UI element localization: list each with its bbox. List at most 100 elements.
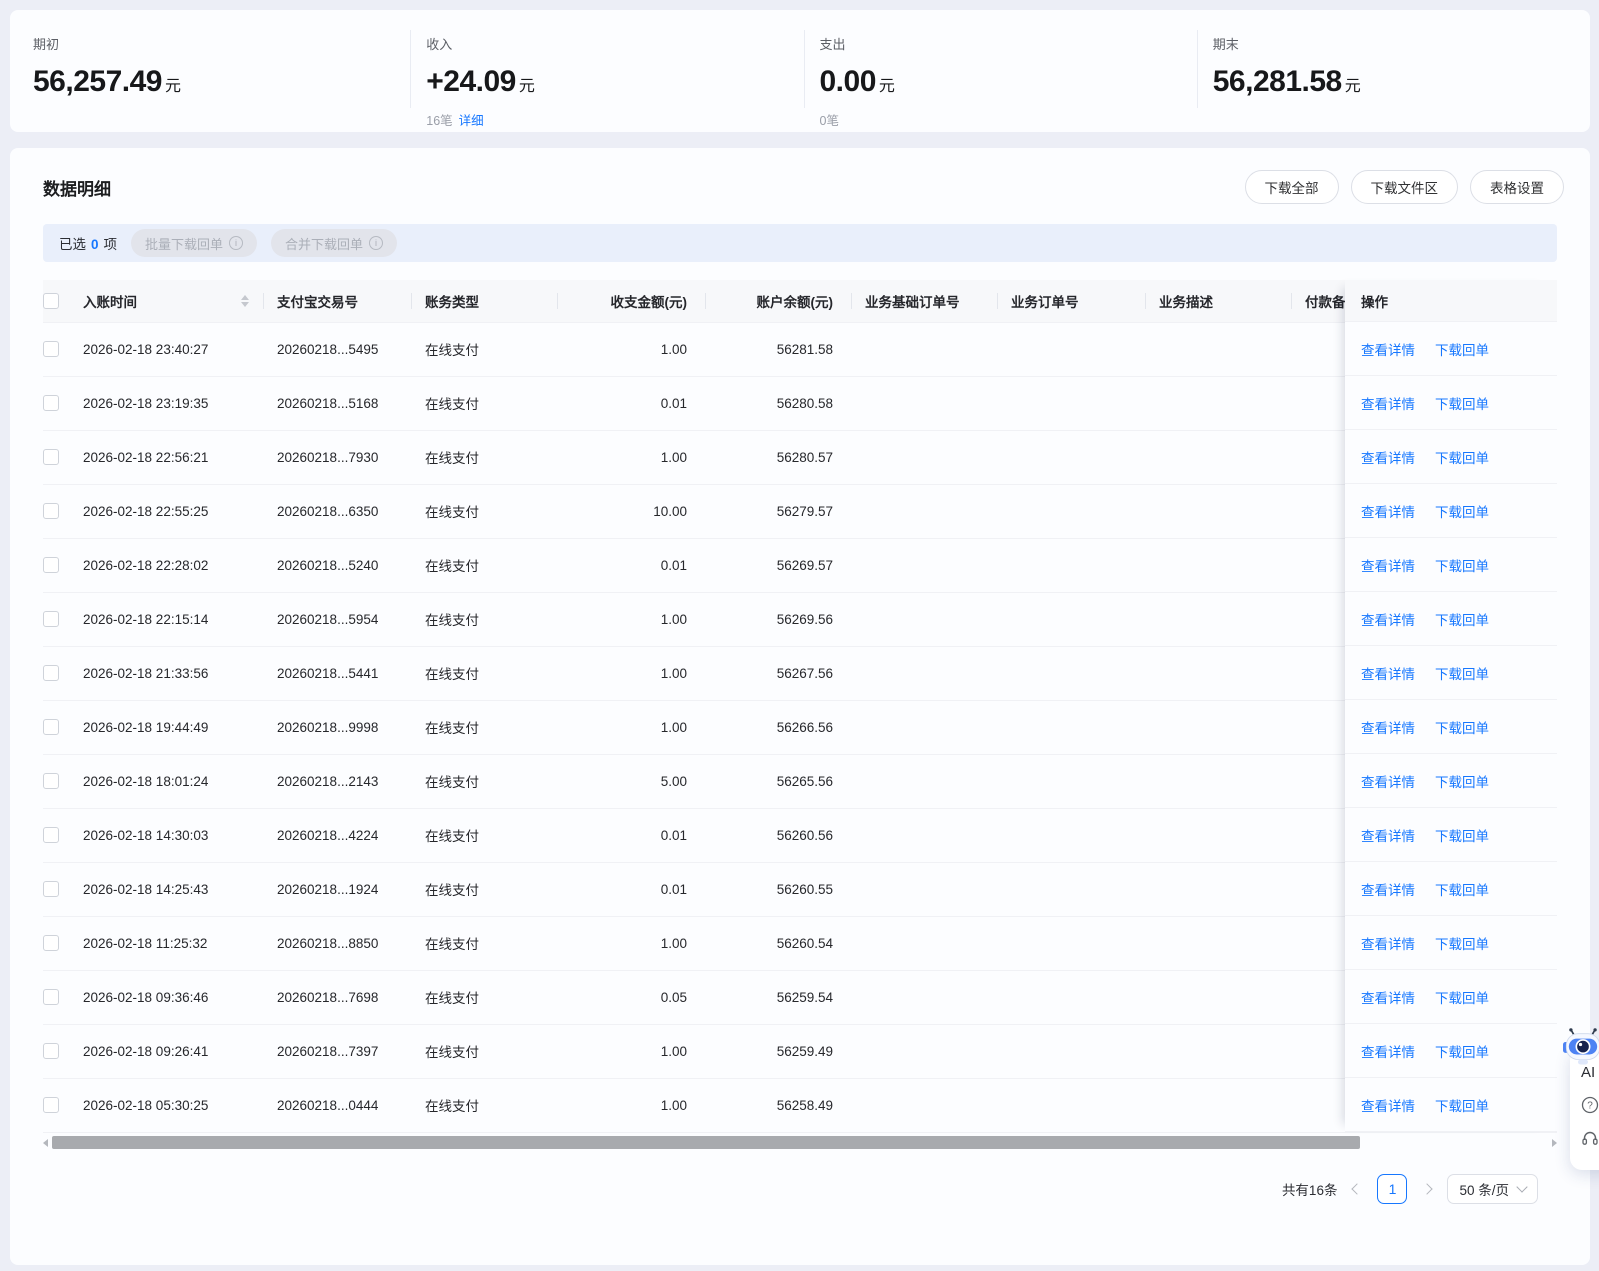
page-number[interactable]: 1 (1377, 1173, 1408, 1204)
view-detail-link[interactable]: 查看详情 (1361, 717, 1415, 737)
download-receipt-link[interactable]: 下载回单 (1435, 447, 1489, 467)
download-receipt-link[interactable]: 下载回单 (1435, 987, 1489, 1007)
row-checkbox-cell (43, 484, 77, 539)
row-checkbox[interactable] (43, 449, 59, 466)
table-row: 2026-02-18 14:25:43 20260218...1924 在线支付… (43, 862, 1557, 917)
cell-base-order-no (851, 916, 997, 971)
stat-unit: 元 (164, 78, 181, 95)
help-icon[interactable]: ? (1581, 1096, 1599, 1114)
table-row: 2026-02-18 09:26:41 20260218...7397 在线支付… (43, 1024, 1557, 1079)
view-detail-link[interactable]: 查看详情 (1361, 987, 1415, 1007)
view-detail-link[interactable]: 查看详情 (1361, 555, 1415, 575)
headset-icon[interactable] (1581, 1129, 1599, 1147)
download-receipt-link[interactable]: 下载回单 (1435, 555, 1489, 575)
table-row: 2026-02-18 18:01:24 20260218...2143 在线支付… (43, 754, 1557, 809)
download-all-button[interactable]: 下载全部 (1244, 170, 1339, 204)
download-receipt-link[interactable]: 下载回单 (1435, 663, 1489, 683)
sort-icon[interactable] (241, 294, 249, 307)
view-detail-link[interactable]: 查看详情 (1361, 1041, 1415, 1061)
download-receipt-link[interactable]: 下载回单 (1435, 393, 1489, 413)
download-zone-button[interactable]: 下载文件区 (1350, 170, 1458, 204)
row-checkbox[interactable] (43, 827, 59, 844)
download-receipt-link[interactable]: 下载回单 (1435, 771, 1489, 791)
cell-transaction-no: 20260218...5954 (263, 592, 411, 647)
cell-base-order-no (851, 376, 997, 431)
download-receipt-link[interactable]: 下载回单 (1435, 1041, 1489, 1061)
cell-base-order-no (851, 592, 997, 647)
col-amount: 收支金额(元) (557, 280, 705, 323)
download-receipt-link[interactable]: 下载回单 (1435, 501, 1489, 521)
row-checkbox[interactable] (43, 1043, 59, 1060)
row-checkbox[interactable] (43, 665, 59, 682)
row-checkbox-cell (43, 1024, 77, 1079)
view-detail-link[interactable]: 查看详情 (1361, 447, 1415, 467)
row-checkbox[interactable] (43, 557, 59, 574)
view-detail-link[interactable]: 查看详情 (1361, 501, 1415, 521)
col-base-order-no: 业务基础订单号 (851, 280, 997, 323)
row-checkbox[interactable] (43, 989, 59, 1006)
scrollbar-left-arrow-icon[interactable] (43, 1138, 48, 1147)
view-detail-link[interactable]: 查看详情 (1361, 1095, 1415, 1115)
cell-account-type: 在线支付 (411, 1078, 557, 1133)
row-checkbox[interactable] (43, 503, 59, 520)
cell-amount: 10.00 (557, 484, 705, 539)
row-actions: 查看详情 下载回单 (1345, 430, 1557, 484)
cell-time: 2026-02-18 09:36:46 (77, 970, 263, 1025)
robot-icon[interactable] (1563, 1026, 1599, 1068)
table-settings-button[interactable]: 表格设置 (1470, 170, 1564, 204)
row-checkbox[interactable] (43, 881, 59, 898)
cell-transaction-no: 20260218...6350 (263, 484, 411, 539)
table-row: 2026-02-18 09:36:46 20260218...7698 在线支付… (43, 970, 1557, 1025)
row-actions: 查看详情 下载回单 (1345, 970, 1557, 1024)
scrollbar-thumb[interactable] (52, 1136, 1360, 1149)
batch-download-button[interactable]: 批量下载回单 (131, 229, 258, 257)
income-detail-link[interactable]: 详细 (459, 114, 484, 128)
row-checkbox[interactable] (43, 611, 59, 628)
download-receipt-link[interactable]: 下载回单 (1435, 825, 1489, 845)
view-detail-link[interactable]: 查看详情 (1361, 339, 1415, 359)
view-detail-link[interactable]: 查看详情 (1361, 825, 1415, 845)
row-checkbox-cell (43, 970, 77, 1025)
cell-amount: 1.00 (557, 592, 705, 647)
row-checkbox-cell (43, 916, 77, 971)
ai-assistant-widget: AI ? (1559, 1028, 1599, 1172)
row-checkbox[interactable] (43, 773, 59, 790)
prev-page-icon[interactable] (1351, 1182, 1364, 1195)
next-page-icon[interactable] (1421, 1182, 1434, 1195)
download-receipt-link[interactable]: 下载回单 (1435, 933, 1489, 953)
cell-balance: 56260.55 (705, 862, 851, 917)
cell-order-no (997, 322, 1145, 377)
download-receipt-link[interactable]: 下载回单 (1435, 609, 1489, 629)
scrollbar-right-arrow-icon[interactable] (1552, 1138, 1557, 1147)
cell-description (1145, 916, 1291, 971)
merge-download-button[interactable]: 合并下载回单 (271, 229, 398, 257)
row-actions: 查看详情 下载回单 (1345, 376, 1557, 430)
view-detail-link[interactable]: 查看详情 (1361, 609, 1415, 629)
row-checkbox[interactable] (43, 719, 59, 736)
download-receipt-link[interactable]: 下载回单 (1435, 339, 1489, 359)
cell-transaction-no: 20260218...7397 (263, 1024, 411, 1079)
col-actions: 操作 (1345, 280, 1557, 322)
view-detail-link[interactable]: 查看详情 (1361, 879, 1415, 899)
cell-description (1145, 646, 1291, 701)
select-all-checkbox[interactable] (43, 292, 59, 309)
col-account-type: 账务类型 (411, 280, 557, 323)
download-receipt-link[interactable]: 下载回单 (1435, 717, 1489, 737)
row-checkbox[interactable] (43, 341, 59, 358)
cell-order-no (997, 1078, 1145, 1133)
view-detail-link[interactable]: 查看详情 (1361, 933, 1415, 953)
page-size-select[interactable]: 50 条/页 (1447, 1173, 1538, 1204)
download-receipt-link[interactable]: 下载回单 (1435, 879, 1489, 899)
view-detail-link[interactable]: 查看详情 (1361, 771, 1415, 791)
view-detail-link[interactable]: 查看详情 (1361, 393, 1415, 413)
row-checkbox[interactable] (43, 1097, 59, 1114)
cell-balance: 56258.49 (705, 1078, 851, 1133)
stat-label: 期末 (1212, 37, 1239, 52)
row-checkbox[interactable] (43, 395, 59, 412)
row-checkbox-cell (43, 646, 77, 701)
view-detail-link[interactable]: 查看详情 (1361, 663, 1415, 683)
row-checkbox[interactable] (43, 935, 59, 952)
download-receipt-link[interactable]: 下载回单 (1435, 1095, 1489, 1115)
horizontal-scrollbar[interactable] (43, 1136, 1557, 1150)
cell-description (1145, 376, 1291, 431)
